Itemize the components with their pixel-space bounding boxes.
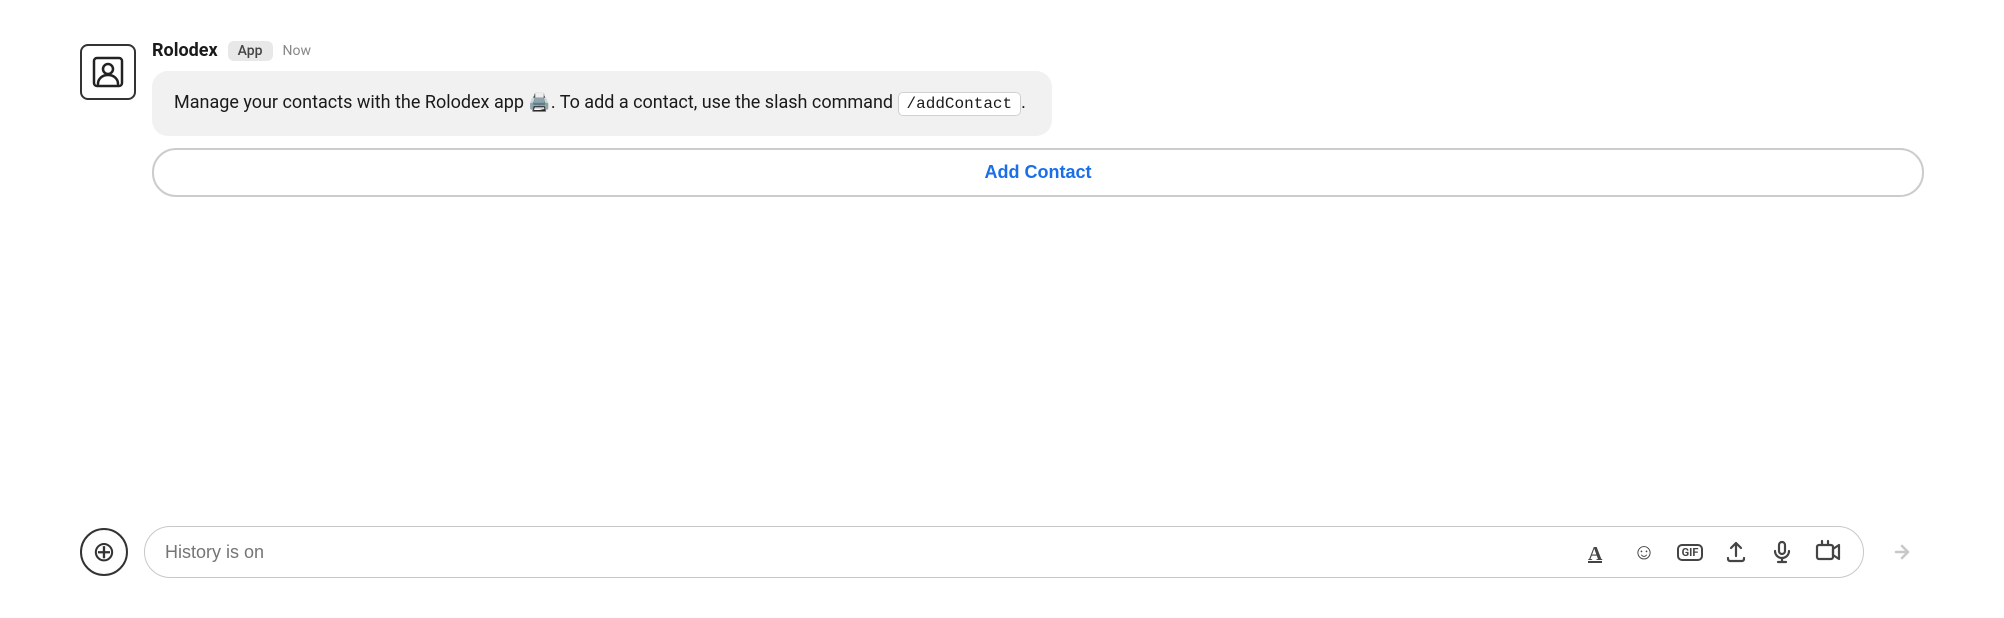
add-contact-button[interactable]: Add Contact [152,148,1924,197]
message-row: Rolodex App Now Manage your contacts wit… [80,40,1924,197]
message-content: Rolodex App Now Manage your contacts wit… [152,40,1924,197]
slash-command-code: /addContact [898,92,1022,116]
video-icon[interactable] [1813,537,1843,567]
send-button[interactable] [1880,530,1924,574]
avatar [80,44,136,100]
rolodex-emoji: 🖨️ [528,92,550,113]
message-text-part2: . To add a contact, use the slash comman… [551,92,898,113]
gif-icon[interactable]: GIF [1675,537,1705,567]
microphone-icon[interactable] [1767,537,1797,567]
add-button[interactable]: ⊕ [80,528,128,576]
toolbar-icons: A ☺ GIF [1583,537,1843,567]
message-header: Rolodex App Now [152,40,1924,61]
message-input[interactable] [165,542,1571,563]
plus-icon: ⊕ [92,538,115,566]
format-text-icon[interactable]: A [1583,537,1613,567]
upload-icon[interactable] [1721,537,1751,567]
message-text-part3: . [1021,92,1026,113]
message-bubble: Manage your contacts with the Rolodex ap… [152,71,1052,136]
message-input-wrapper: A ☺ GIF [144,526,1864,578]
sender-name: Rolodex [152,40,218,61]
timestamp: Now [283,43,312,59]
svg-text:A: A [1588,543,1603,564]
emoji-icon[interactable]: ☺ [1629,537,1659,567]
app-badge: App [228,41,273,61]
gif-label: GIF [1677,544,1704,561]
chat-area: Rolodex App Now Manage your contacts wit… [0,20,2004,506]
input-area: ⊕ A ☺ GIF [0,506,2004,598]
message-text-part1: Manage your contacts with the Rolodex ap… [174,92,528,113]
